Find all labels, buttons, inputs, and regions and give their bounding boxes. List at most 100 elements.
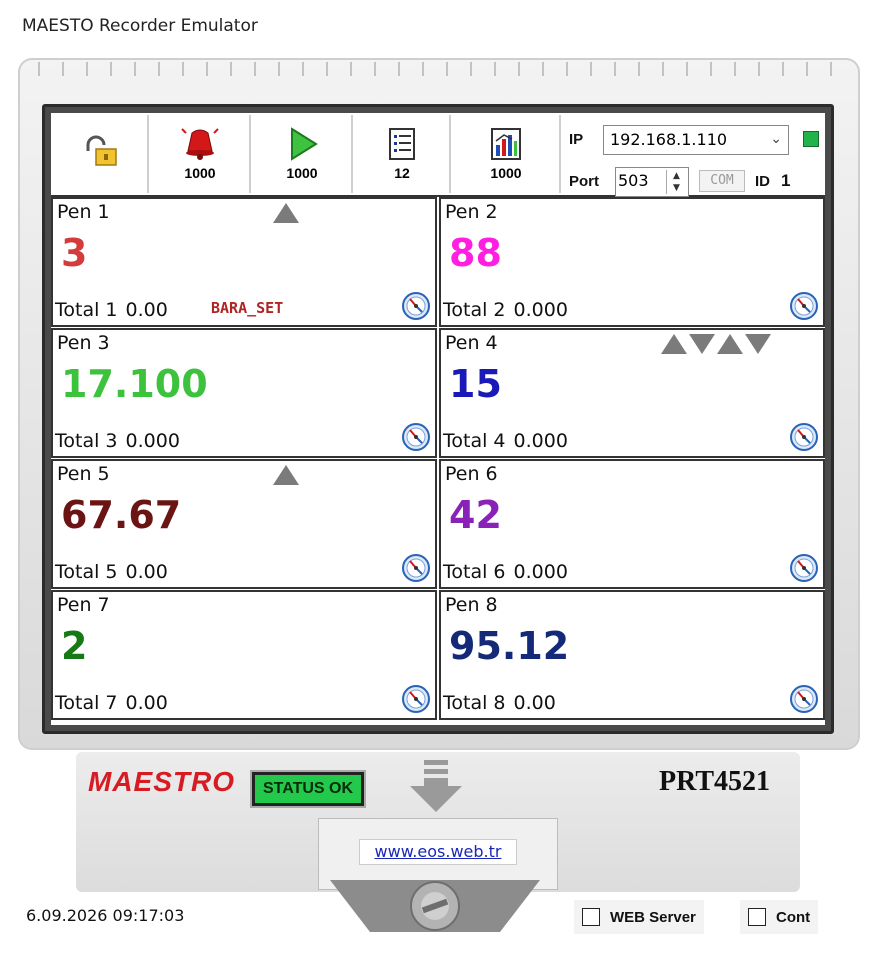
device-rib bbox=[566, 62, 568, 76]
pen-total-value: 0.000 bbox=[125, 430, 180, 452]
device-rib bbox=[590, 62, 592, 76]
pen-cell-1[interactable]: Pen 1 3 Total 1 0.00 BARA_SET bbox=[51, 197, 437, 327]
pen-value: 88 bbox=[449, 231, 502, 275]
port-spinner[interactable]: ▲ ▼ bbox=[666, 170, 686, 194]
ip-value: 192.168.1.110 bbox=[610, 130, 728, 149]
device-rib bbox=[374, 62, 376, 76]
device-rib bbox=[206, 62, 208, 76]
recorder-device: 1000 1000 12 1000 IP 192.168.1.110 ⌄ Por… bbox=[18, 58, 860, 750]
pen-cell-2[interactable]: Pen 2 88 Total 2 0.000 bbox=[439, 197, 825, 327]
pen-total-value: 0.00 bbox=[513, 692, 556, 714]
pen-name: Pen 6 bbox=[445, 463, 498, 485]
pen-name: Pen 5 bbox=[57, 463, 110, 485]
device-rib bbox=[830, 62, 832, 76]
pen-total-label: Total 8 bbox=[443, 692, 506, 714]
device-rib bbox=[110, 62, 112, 76]
status-indicator: STATUS OK bbox=[250, 770, 366, 808]
device-rib bbox=[302, 62, 304, 76]
pen-settings-gauge-icon[interactable] bbox=[401, 684, 431, 714]
pen-cell-6[interactable]: Pen 6 42 Total 6 0.000 bbox=[439, 459, 825, 589]
brand-logo: MAESTRO bbox=[88, 766, 235, 797]
list-icon bbox=[389, 128, 415, 160]
device-top-ribs bbox=[38, 62, 840, 78]
ip-label: IP bbox=[569, 131, 584, 148]
play-button[interactable]: 1000 bbox=[253, 115, 353, 193]
chart-icon bbox=[491, 128, 521, 160]
device-rib bbox=[662, 62, 664, 76]
pen-value: 95.12 bbox=[449, 624, 570, 668]
device-rib bbox=[710, 62, 712, 76]
cont-checkbox[interactable] bbox=[748, 908, 766, 926]
play-icon bbox=[291, 127, 318, 161]
toolbar: 1000 1000 12 1000 IP 192.168.1.110 ⌄ Por… bbox=[51, 113, 825, 197]
screen-bezel: 1000 1000 12 1000 IP 192.168.1.110 ⌄ Por… bbox=[42, 104, 834, 734]
pen-name: Pen 1 bbox=[57, 201, 110, 223]
device-rib bbox=[806, 62, 808, 76]
timestamp: 6.09.2026 09:17:03 bbox=[26, 906, 185, 925]
device-stand bbox=[330, 880, 540, 932]
download-arrow-icon bbox=[410, 760, 462, 812]
pen-value: 17.100 bbox=[61, 362, 208, 406]
pen-total: Total 8 0.00 bbox=[443, 692, 556, 714]
web-server-toggle[interactable]: WEB Server bbox=[574, 900, 704, 934]
ip-select[interactable]: 192.168.1.110 ⌄ bbox=[603, 125, 789, 155]
pen-cell-8[interactable]: Pen 8 95.12 Total 8 0.00 bbox=[439, 590, 825, 720]
device-rib bbox=[134, 62, 136, 76]
pen-settings-gauge-icon[interactable] bbox=[789, 684, 819, 714]
port-input[interactable]: 503 ▲ ▼ bbox=[615, 167, 689, 197]
web-server-checkbox[interactable] bbox=[582, 908, 600, 926]
pen-value: 2 bbox=[61, 624, 88, 668]
pen-total-label: Total 6 bbox=[443, 561, 506, 583]
device-rib bbox=[422, 62, 424, 76]
pen-total-value: 0.000 bbox=[513, 561, 568, 583]
device-rib bbox=[734, 62, 736, 76]
port-value: 503 bbox=[618, 171, 649, 190]
com-button[interactable]: COM bbox=[699, 170, 745, 192]
pen-cell-4[interactable]: Pen 4 15 Total 4 0.000 bbox=[439, 328, 825, 458]
pen-total-label: Total 1 bbox=[55, 299, 118, 321]
device-rib bbox=[446, 62, 448, 76]
pen-cell-3[interactable]: Pen 3 17.100 Total 3 0.000 bbox=[51, 328, 437, 458]
alarm-button[interactable]: 1000 bbox=[151, 115, 251, 193]
unlock-button[interactable] bbox=[53, 115, 149, 193]
alarm-down-marker-icon bbox=[745, 334, 771, 354]
connection-panel: IP 192.168.1.110 ⌄ Port 503 ▲ ▼ COM ID 1 bbox=[565, 117, 823, 197]
cont-label: Cont bbox=[776, 908, 811, 926]
pen-total-label: Total 4 bbox=[443, 430, 506, 452]
pen-settings-gauge-icon[interactable] bbox=[789, 553, 819, 583]
pen-total-label: Total 3 bbox=[55, 430, 118, 452]
port-label: Port bbox=[569, 173, 599, 190]
device-rib bbox=[254, 62, 256, 76]
list-button[interactable]: 12 bbox=[355, 115, 451, 193]
chart-button[interactable]: 1000 bbox=[453, 115, 561, 193]
pen-settings-gauge-icon[interactable] bbox=[789, 291, 819, 321]
device-rib bbox=[158, 62, 160, 76]
pen-cell-7[interactable]: Pen 7 2 Total 7 0.00 bbox=[51, 590, 437, 720]
device-rib bbox=[86, 62, 88, 76]
pen-name: Pen 2 bbox=[445, 201, 498, 223]
pen-settings-gauge-icon[interactable] bbox=[789, 422, 819, 452]
id-label: ID bbox=[755, 173, 770, 190]
web-server-label: WEB Server bbox=[610, 908, 696, 926]
cont-toggle[interactable]: Cont bbox=[740, 900, 819, 934]
website-link[interactable]: www.eos.web.tr bbox=[359, 839, 517, 865]
pen-settings-gauge-icon[interactable] bbox=[401, 291, 431, 321]
unlock-icon bbox=[86, 135, 117, 166]
device-rib bbox=[614, 62, 616, 76]
model-number: PRT4521 bbox=[658, 766, 770, 797]
pen-value: 67.67 bbox=[61, 493, 182, 537]
pen-cell-5[interactable]: Pen 5 67.67 Total 5 0.00 bbox=[51, 459, 437, 589]
device-rib bbox=[278, 62, 280, 76]
pen-settings-gauge-icon[interactable] bbox=[401, 553, 431, 583]
pen-total-label: Total 7 bbox=[55, 692, 118, 714]
pen-name: Pen 8 bbox=[445, 594, 498, 616]
device-rib bbox=[518, 62, 520, 76]
device-front-panel: MAESTRO STATUS OK PRT4521 www.eos.web.tr bbox=[76, 752, 800, 892]
pen-tag: BARA_SET bbox=[211, 299, 284, 317]
device-rib bbox=[494, 62, 496, 76]
pen-settings-gauge-icon[interactable] bbox=[401, 422, 431, 452]
connection-status-led bbox=[803, 131, 819, 147]
pen-name: Pen 3 bbox=[57, 332, 110, 354]
pen-total: Total 6 0.000 bbox=[443, 561, 568, 583]
device-rib bbox=[686, 62, 688, 76]
